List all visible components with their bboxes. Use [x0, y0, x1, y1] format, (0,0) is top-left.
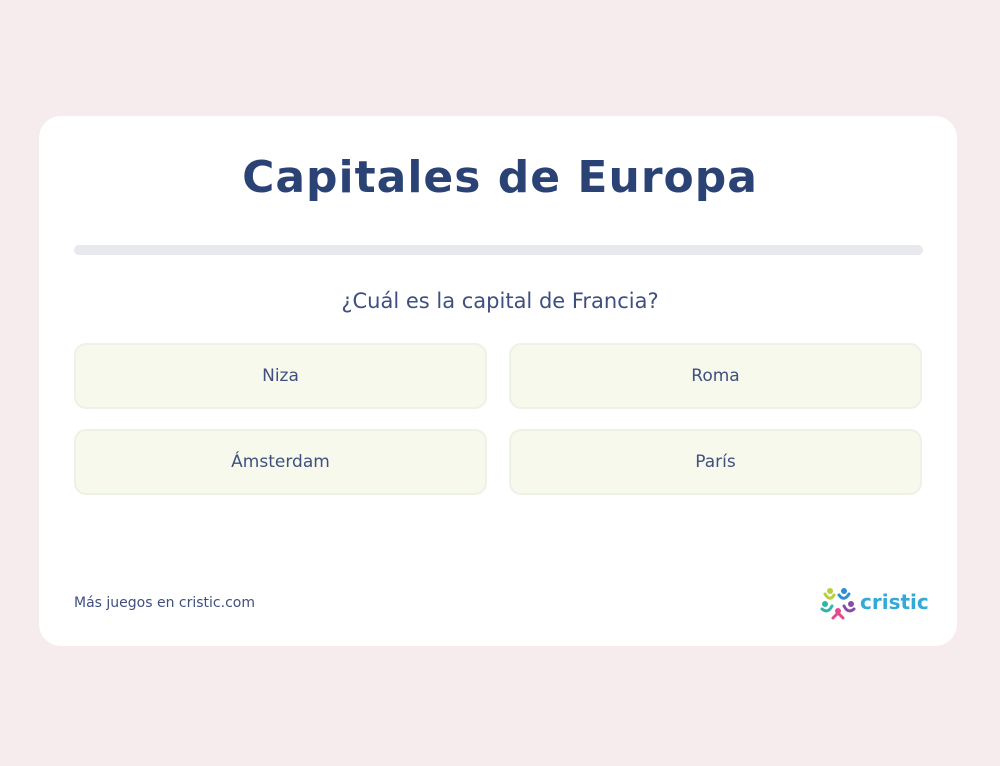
progress-bar	[74, 245, 923, 255]
brand-name: cristic	[860, 590, 929, 614]
more-games-link[interactable]: Más juegos en cristic.com	[74, 593, 255, 613]
brand-link[interactable]: cristic	[820, 584, 929, 620]
answer-option-roma[interactable]: Roma	[509, 343, 922, 409]
answer-option-niza[interactable]: Niza	[74, 343, 487, 409]
question-text: ¿Cuál es la capital de Francia?	[341, 289, 659, 313]
answer-option-amsterdam[interactable]: Ámsterdam	[74, 429, 487, 495]
answer-option-paris[interactable]: París	[509, 429, 922, 495]
cristic-logo-icon	[820, 588, 856, 620]
quiz-title: Capitales de Europa	[242, 152, 758, 203]
